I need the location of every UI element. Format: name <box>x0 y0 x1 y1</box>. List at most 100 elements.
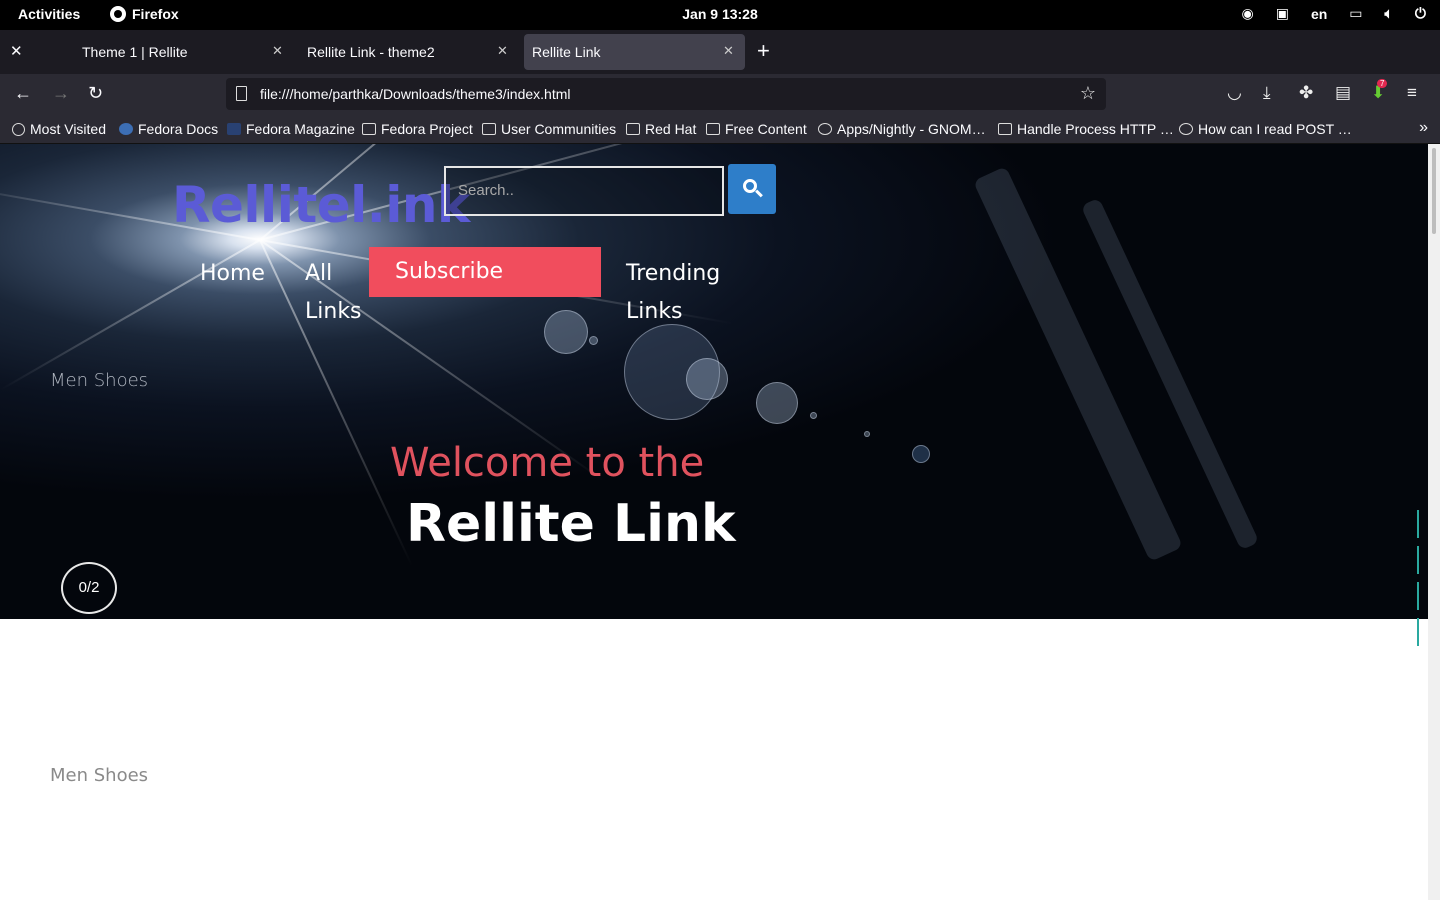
folder-icon <box>626 123 640 135</box>
nav-home[interactable]: Home <box>200 255 265 293</box>
bookmark-most-visited[interactable]: Most Visited <box>12 121 106 137</box>
forward-button[interactable]: → <box>52 83 70 104</box>
gear-icon <box>12 122 25 136</box>
globe-icon <box>1179 123 1193 135</box>
tab-close-icon[interactable]: ✕ <box>723 43 734 59</box>
chevron-right-icon[interactable]: » <box>1419 119 1428 137</box>
status-icon[interactable]: ◉ <box>1241 5 1253 22</box>
bookmark-label: Fedora Docs <box>138 121 219 137</box>
address-bar[interactable]: file:///home/parthka/Downloads/theme3/in… <box>226 78 1106 110</box>
reload-button[interactable]: ↻ <box>88 83 103 104</box>
page-icon <box>236 86 247 101</box>
search-input[interactable]: Search.. <box>444 166 724 216</box>
display-icon[interactable]: ▭ <box>1349 5 1362 22</box>
language-indicator[interactable]: en <box>1311 6 1327 22</box>
bookmark-fedora-project[interactable]: Fedora Project <box>362 121 473 137</box>
bookmark-fedora-docs[interactable]: Fedora Docs <box>119 121 218 137</box>
bookmark-label: How can I read POST … <box>1198 121 1352 137</box>
tab-close-icon[interactable]: ✕ <box>272 43 283 59</box>
bokeh-light <box>589 336 598 345</box>
slide-pager-dot[interactable] <box>1417 510 1419 538</box>
bookmark-label: Red Hat <box>645 121 697 137</box>
hero-slider: Rellitel.ink Search.. Home All Links Sub… <box>0 144 1428 619</box>
bookmark-label: Most Visited <box>30 121 106 137</box>
fedora-icon <box>119 123 133 135</box>
extension-icon[interactable]: ▤ <box>1335 83 1351 103</box>
clipboard-icon[interactable]: ▣ <box>1276 5 1289 22</box>
nav-all-links[interactable]: All <box>305 255 332 293</box>
bokeh-light <box>864 431 870 437</box>
slide-pager-dot[interactable] <box>1417 546 1419 574</box>
new-tab-button[interactable]: + <box>757 38 770 64</box>
subscribe-button[interactable]: Subscribe <box>369 247 601 297</box>
welcome-text: Welcome to the <box>390 440 705 486</box>
tab-title: Rellite Link <box>532 44 601 60</box>
nav-trending-links-line2[interactable]: Links <box>626 293 683 331</box>
bookmark-star-icon[interactable]: ☆ <box>1080 83 1096 104</box>
slide-pager-dot[interactable] <box>1417 582 1419 610</box>
folder-icon <box>362 123 376 135</box>
site-logo[interactable]: Rellitel.ink <box>172 176 470 234</box>
system-tray[interactable]: ◉ ▣ en ▭ 🔈︎ ⏻ <box>1241 5 1426 22</box>
extension-badge: 7 <box>1377 79 1388 88</box>
search-placeholder: Search.. <box>458 182 514 199</box>
light-streak <box>1080 197 1260 551</box>
back-button[interactable]: ← <box>14 83 32 104</box>
bokeh-light <box>544 310 588 354</box>
hero-headline: Rellite Link <box>406 494 736 554</box>
page-scrollbar[interactable] <box>1428 144 1440 900</box>
tab-title: Rellite Link - theme2 <box>307 44 435 60</box>
navigation-toolbar: ← → ↻ file:///home/parthka/Downloads/the… <box>0 74 1440 114</box>
section-category: Men Shoes <box>50 765 149 786</box>
nav-trending-links[interactable]: Trending <box>626 255 720 293</box>
bookmark-fedora-magazine[interactable]: Fedora Magazine <box>227 121 355 137</box>
extension-icon[interactable]: ✤ <box>1299 83 1313 103</box>
slide-category: Men Shoes <box>50 370 149 391</box>
bookmark-handle-process[interactable]: Handle Process HTTP … <box>998 121 1174 137</box>
page-viewport: Rellitel.ink Search.. Home All Links Sub… <box>0 144 1428 900</box>
slide-pager-dot[interactable] <box>1417 618 1419 646</box>
scrollbar-thumb[interactable] <box>1432 148 1436 234</box>
downloads-icon[interactable]: ⤓ <box>1263 83 1271 103</box>
bookmark-user-communities[interactable]: User Communities <box>482 121 616 137</box>
clock[interactable]: Jan 9 13:28 <box>0 6 1440 22</box>
close-window-icon[interactable]: ✕ <box>10 42 28 60</box>
bookmark-how-can-i-read[interactable]: How can I read POST … <box>1179 121 1352 137</box>
bookmark-apps-nightly[interactable]: Apps/Nightly - GNOM… <box>818 121 986 137</box>
bookmark-label: Apps/Nightly - GNOM… <box>837 121 986 137</box>
pocket-icon[interactable]: ◡ <box>1227 83 1242 103</box>
tab-theme1[interactable]: Theme 1 | Rellite ✕ <box>74 34 294 70</box>
bookmark-free-content[interactable]: Free Content <box>706 121 807 137</box>
search-button[interactable] <box>728 164 776 214</box>
slide-counter: 0/2 <box>61 562 117 614</box>
light-streak <box>972 166 1184 562</box>
bokeh-light <box>912 445 930 463</box>
menu-icon[interactable]: ≡ <box>1407 83 1417 103</box>
tab-rellite-link[interactable]: Rellite Link ✕ <box>524 34 745 70</box>
bookmark-label: Handle Process HTTP … <box>1017 121 1174 137</box>
tab-strip: ✕ Theme 1 | Rellite ✕ Rellite Link - the… <box>0 30 1440 74</box>
url-text[interactable]: file:///home/parthka/Downloads/theme3/in… <box>260 86 571 102</box>
power-icon[interactable]: ⏻ <box>1415 5 1426 22</box>
bokeh-light <box>686 358 728 400</box>
folder-icon <box>482 123 496 135</box>
bokeh-light <box>756 382 798 424</box>
site-icon <box>998 123 1012 135</box>
folder-icon <box>706 123 720 135</box>
fedora-magazine-icon <box>227 123 241 135</box>
search-icon-handle <box>755 189 763 198</box>
nav-all-links-line2[interactable]: Links <box>305 293 362 331</box>
bookmark-label: User Communities <box>501 121 617 137</box>
bookmarks-toolbar: Most Visited Fedora Docs Fedora Magazine… <box>0 114 1440 144</box>
volume-icon[interactable]: 🔈︎ <box>1385 5 1393 22</box>
bokeh-light <box>810 412 817 419</box>
bookmark-label: Free Content <box>725 121 807 137</box>
gnome-icon <box>818 123 832 135</box>
bookmark-red-hat[interactable]: Red Hat <box>626 121 696 137</box>
system-top-bar: Activities Firefox Jan 9 13:28 ◉ ▣ en ▭ … <box>0 0 1440 30</box>
extension-icon[interactable]: ⬇ 7 <box>1371 79 1388 103</box>
tab-title: Theme 1 | Rellite <box>82 44 188 60</box>
tab-close-icon[interactable]: ✕ <box>497 43 508 59</box>
bookmark-label: Fedora Magazine <box>246 121 355 137</box>
tab-theme2[interactable]: Rellite Link - theme2 ✕ <box>299 34 519 70</box>
